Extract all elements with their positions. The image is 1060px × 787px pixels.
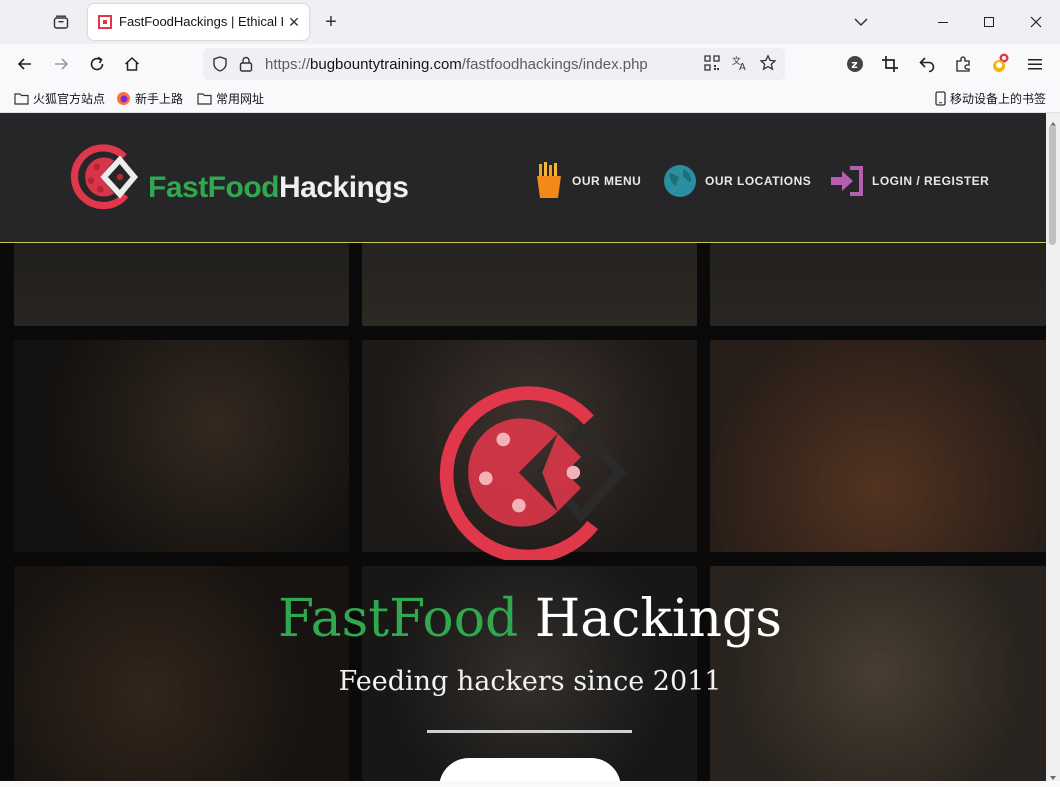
bookmark-label: 移动设备上的书签: [950, 91, 1047, 106]
close-window-icon[interactable]: [1013, 8, 1059, 36]
site-logo-icon[interactable]: [64, 141, 144, 218]
url-bar[interactable]: https://bugbountytraining.com/fastfoodha…: [203, 48, 785, 80]
nav-login-register[interactable]: LOGIN / REGISTER: [830, 161, 989, 201]
page-scrollbar[interactable]: [1046, 113, 1060, 781]
url-text[interactable]: https://bugbountytraining.com/fastfoodha…: [265, 56, 648, 73]
globe-icon: [664, 165, 696, 197]
navigation-bar: https://bugbountytraining.com/fastfoodha…: [0, 44, 1060, 84]
bookmarks-toolbar: 火狐官方站点 新手上路 常用网址 移动设备上的书签: [0, 84, 1060, 113]
tab-bar: FastFoodHackings | Ethical H ✕ +: [0, 0, 1060, 44]
forward-icon[interactable]: [47, 50, 75, 78]
hero-logo-icon: [433, 385, 628, 565]
mobile-bookmarks[interactable]: 移动设备上的书签: [935, 88, 1046, 108]
qr-code-icon[interactable]: [704, 55, 720, 76]
folder-icon: [197, 92, 212, 105]
minimize-icon[interactable]: [920, 8, 966, 36]
scroll-down-arrow-icon[interactable]: [1049, 769, 1057, 780]
firefox-view-icon[interactable]: [48, 10, 74, 34]
active-tab[interactable]: FastFoodHackings | Ethical H ✕: [88, 4, 309, 40]
url-host: bugbountytraining.com: [310, 56, 462, 73]
new-tab-button[interactable]: +: [318, 9, 344, 35]
account-avatar-icon[interactable]: [985, 50, 1013, 78]
fries-icon: [537, 162, 561, 198]
logo-part-fastfood: FastFood: [148, 171, 280, 204]
app-menu-icon[interactable]: [1021, 50, 1049, 78]
screenshot-crop-icon[interactable]: [876, 50, 904, 78]
page-viewport: FastFoodHackings OUR MENU OUR LOCATIONS …: [0, 113, 1046, 781]
bookmark-label: 新手上路: [135, 91, 184, 106]
nav-label: LOGIN / REGISTER: [872, 174, 990, 188]
maximize-icon[interactable]: [966, 8, 1012, 36]
scroll-thumb[interactable]: [1049, 125, 1056, 245]
login-icon: [831, 166, 863, 196]
url-path: /fastfoodhackings/index.php: [461, 56, 648, 73]
hero-section: [0, 243, 1046, 781]
hero-cta-button[interactable]: [439, 758, 621, 781]
svg-text:A: A: [739, 62, 746, 72]
hero-title-fastfood: FastFood: [278, 589, 519, 649]
undo-icon[interactable]: [913, 50, 941, 78]
hero-title-hackings: Hackings: [534, 589, 782, 649]
folder-icon: [14, 92, 29, 105]
list-all-tabs-icon[interactable]: [849, 10, 873, 34]
bookmark-folder-1[interactable]: 火狐官方站点: [14, 88, 105, 108]
tab-close-icon[interactable]: ✕: [285, 13, 303, 31]
bookmark-label: 火狐官方站点: [33, 91, 106, 106]
bookmark-label: 常用网址: [216, 91, 265, 106]
zotero-icon[interactable]: z: [841, 50, 869, 78]
tab-title: FastFoodHackings | Ethical H: [119, 14, 283, 29]
reload-icon[interactable]: [83, 50, 111, 78]
site-header: FastFoodHackings OUR MENU OUR LOCATIONS …: [0, 113, 1046, 243]
bookmark-star-icon[interactable]: [759, 54, 777, 77]
nav-label: OUR MENU: [572, 174, 642, 188]
mobile-device-icon: [935, 90, 946, 106]
firefox-icon: [117, 91, 130, 105]
home-icon[interactable]: [118, 50, 146, 78]
svg-text:z: z: [851, 58, 857, 71]
lock-icon[interactable]: [238, 55, 254, 78]
bookmark-folder-2[interactable]: 常用网址: [197, 88, 264, 108]
bookmark-getting-started[interactable]: 新手上路: [116, 88, 183, 108]
hero-subtitle: Feeding hackers since 2011: [338, 666, 722, 697]
nav-label: OUR LOCATIONS: [705, 174, 812, 188]
site-logo-text[interactable]: FastFoodHackings: [148, 171, 409, 205]
hero-divider: [427, 730, 632, 733]
back-icon[interactable]: [11, 50, 39, 78]
site-favicon-icon: [98, 15, 112, 29]
extensions-icon[interactable]: [949, 50, 977, 78]
hero-title: FastFood Hackings: [0, 589, 1046, 649]
translate-icon[interactable]: 文A: [731, 54, 749, 77]
url-scheme: https://: [265, 56, 311, 73]
nav-our-menu[interactable]: OUR MENU: [534, 161, 641, 201]
scroll-up-arrow-icon[interactable]: [1049, 115, 1057, 126]
tracking-protection-shield-icon[interactable]: [211, 55, 229, 78]
logo-part-hackings: Hackings: [279, 171, 409, 204]
nav-our-locations[interactable]: OUR LOCATIONS: [663, 161, 811, 201]
